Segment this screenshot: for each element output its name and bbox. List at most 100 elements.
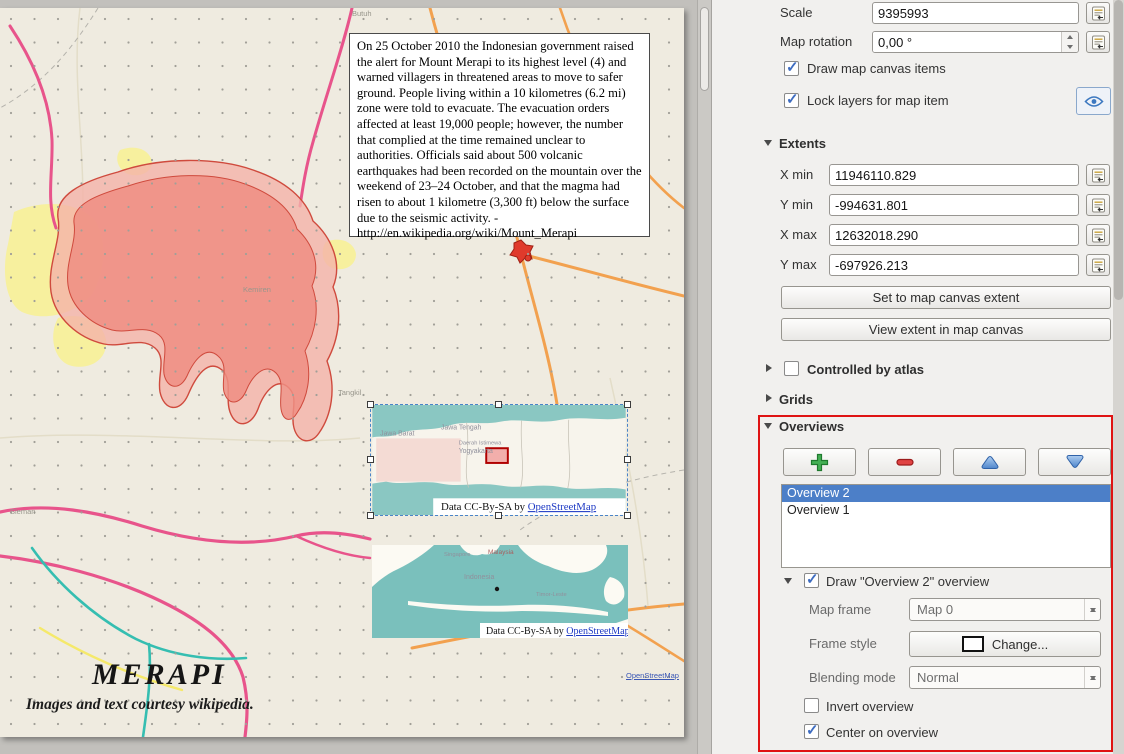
selection-handle-s[interactable] [495, 512, 502, 519]
frame-color-swatch [962, 636, 984, 652]
canvas-vertical-scrollbar[interactable] [697, 0, 711, 754]
selection-handle-ne[interactable] [624, 401, 631, 408]
extents-section-title[interactable]: Extents [779, 136, 826, 151]
grids-section-title[interactable]: Grids [779, 392, 813, 407]
map-rotation-label: Map rotation [780, 34, 852, 49]
selection-handle-nw[interactable] [367, 401, 374, 408]
ymax-data-defined-button[interactable] [1086, 254, 1110, 276]
text-box-item[interactable]: On 25 October 2010 the Indonesian govern… [349, 33, 650, 237]
lock-layers-checkbox[interactable] [784, 93, 799, 108]
invert-overview-label: Invert overview [826, 699, 913, 714]
data-defined-override-icon [1091, 35, 1106, 50]
minus-icon [895, 453, 915, 471]
center-on-overview-label: Center on overview [826, 725, 938, 740]
osm-link[interactable]: OpenStreetMap [528, 501, 596, 513]
selection-handle-n[interactable] [495, 401, 502, 408]
selection-handle-w[interactable] [367, 456, 374, 463]
data-defined-override-icon [1091, 6, 1106, 21]
ymin-data-defined-button[interactable] [1086, 194, 1110, 216]
overview-map-1-graphic: Jawa Barat Jawa Tengah Daerah Istimewa Y… [371, 405, 627, 515]
rotation-data-defined-button[interactable] [1086, 31, 1110, 53]
map-rotation-input[interactable] [873, 32, 1061, 52]
scale-input[interactable] [872, 2, 1079, 24]
selection-handle-sw[interactable] [367, 512, 374, 519]
qgis-composer-window: Butuh Kemiren Tangkil Sleman OpenStreetM… [0, 0, 1124, 754]
xmin-data-defined-button[interactable] [1086, 164, 1110, 186]
add-overview-button[interactable] [783, 448, 856, 476]
composition-page[interactable]: Butuh Kemiren Tangkil Sleman OpenStreetM… [0, 8, 684, 737]
visibility-preset-button[interactable] [1076, 87, 1111, 115]
xmin-label: X min [780, 167, 813, 182]
scale-data-defined-button[interactable] [1086, 2, 1110, 24]
arrow-down-icon [1065, 454, 1085, 470]
selection-handle-e[interactable] [624, 456, 631, 463]
osm-credit-link[interactable]: OpenStreetMap [626, 671, 679, 680]
country-label: Malaysia [488, 549, 514, 556]
data-defined-override-icon [1091, 228, 1106, 243]
controlled-by-atlas-checkbox[interactable] [784, 361, 799, 376]
data-defined-override-icon [1091, 198, 1106, 213]
overview-map-item-selected[interactable]: Jawa Barat Jawa Tengah Daerah Istimewa Y… [370, 404, 628, 516]
map-title-item[interactable]: MERAPI [92, 658, 227, 692]
overview-map-item-2[interactable]: Singapore Malaysia Indonesia Timor-Leste… [372, 545, 628, 638]
ymax-input[interactable] [829, 254, 1079, 276]
xmax-data-defined-button[interactable] [1086, 224, 1110, 246]
controlled-by-atlas-label: Controlled by atlas [807, 362, 924, 377]
map-rotation-spinbox[interactable] [872, 31, 1079, 53]
overviews-collapse-arrow-icon[interactable] [764, 423, 772, 429]
ymin-input[interactable] [829, 194, 1079, 216]
overviews-list-item-overview1[interactable]: Overview 1 [782, 502, 1110, 519]
draw-overview-label: Draw "Overview 2" overview [826, 574, 989, 589]
draw-overview-collapse-arrow-icon[interactable] [784, 578, 792, 584]
invert-overview-checkbox[interactable] [804, 698, 819, 713]
map-frame-value: Map 0 [917, 602, 953, 617]
overview-map-2-graphic: Singapore Malaysia Indonesia Timor-Leste… [372, 545, 628, 638]
blending-mode-combo[interactable]: Normal [909, 666, 1101, 689]
inset2-credit: Data CC-By-SA by OpenStreetMap [486, 626, 628, 637]
xmax-input[interactable] [829, 224, 1079, 246]
combo-arrows-icon [1084, 667, 1100, 688]
lock-layers-label: Lock layers for map item [807, 93, 949, 108]
osm-link[interactable]: OpenStreetMap [566, 626, 628, 637]
draw-overview-checkbox[interactable] [804, 573, 819, 588]
move-overview-up-button[interactable] [953, 448, 1026, 476]
xmax-label: X max [780, 227, 817, 242]
atlas-collapse-arrow-icon[interactable] [766, 364, 772, 372]
map-caption-item[interactable]: Images and text courtesy wikipedia. [26, 696, 254, 714]
draw-map-canvas-items-label: Draw map canvas items [807, 61, 946, 76]
spin-up-button[interactable] [1062, 32, 1078, 42]
grids-collapse-arrow-icon[interactable] [766, 394, 772, 402]
panel-scrollbar[interactable] [1113, 0, 1124, 754]
canvas-scrollbar-thumb[interactable] [700, 7, 709, 91]
xmin-input[interactable] [829, 164, 1079, 186]
spin-down-button[interactable] [1062, 42, 1078, 52]
arrow-up-icon [980, 454, 1000, 470]
ymax-label: Y max [780, 257, 817, 272]
region-label: Daerah Istimewa [459, 440, 503, 446]
map-frame-label: Map frame [809, 602, 871, 617]
blending-mode-value: Normal [917, 670, 959, 685]
country-label: Singapore [444, 552, 470, 558]
selection-handle-se[interactable] [624, 512, 631, 519]
frame-style-change-button[interactable]: Change... [909, 631, 1101, 657]
map-place-label: Butuh [352, 9, 372, 18]
ymin-label: Y min [780, 197, 813, 212]
country-label: Indonesia [464, 574, 494, 581]
extents-collapse-arrow-icon[interactable] [764, 140, 772, 146]
region-label: Jawa Tengah [441, 425, 481, 432]
overviews-list-item-overview2[interactable]: Overview 2 [782, 485, 1110, 502]
map-frame-combo[interactable]: Map 0 [909, 598, 1101, 621]
eye-icon [1084, 95, 1104, 108]
map-place-label: Tangkil [338, 388, 361, 397]
country-label: Timor-Leste [536, 592, 567, 598]
remove-overview-button[interactable] [868, 448, 941, 476]
panel-scrollbar-thumb[interactable] [1114, 0, 1123, 300]
change-button-label: Change... [992, 637, 1048, 652]
set-to-map-canvas-extent-button[interactable]: Set to map canvas extent [781, 286, 1111, 309]
view-extent-in-map-canvas-button[interactable]: View extent in map canvas [781, 318, 1111, 341]
draw-map-canvas-items-checkbox[interactable] [784, 61, 799, 76]
overviews-list[interactable]: Overview 2 Overview 1 [781, 484, 1111, 568]
move-overview-down-button[interactable] [1038, 448, 1111, 476]
overviews-section-title[interactable]: Overviews [779, 419, 844, 434]
center-on-overview-checkbox[interactable] [804, 724, 819, 739]
